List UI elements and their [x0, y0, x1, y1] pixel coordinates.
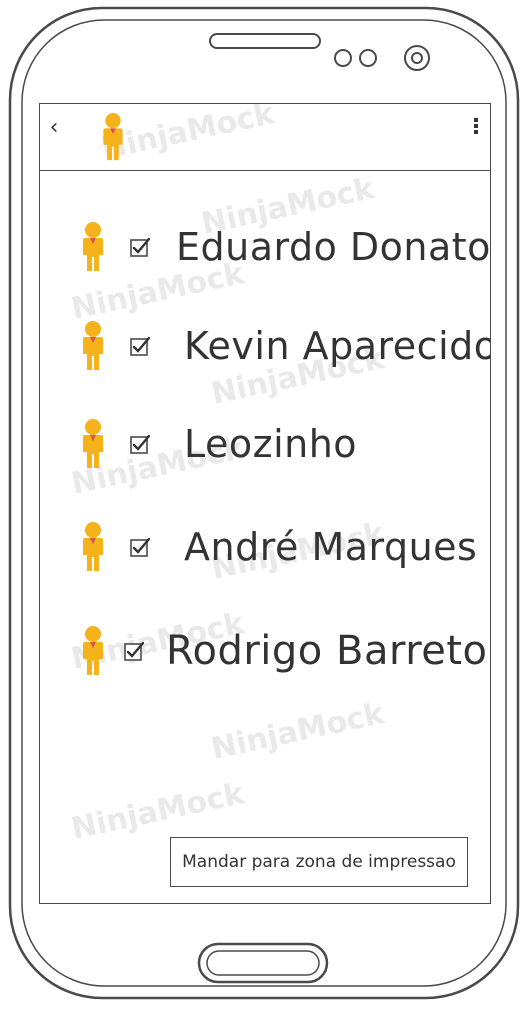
- contact-name: Eduardo Donato: [176, 225, 491, 269]
- contact-row[interactable]: Kevin Aparecido: [40, 316, 491, 376]
- app-bar: ‹: [40, 104, 490, 171]
- contact-name: Kevin Aparecido: [184, 324, 491, 368]
- contact-row[interactable]: André Marques: [40, 517, 490, 577]
- person-icon: [83, 419, 103, 468]
- checkbox-checked-icon[interactable]: [130, 434, 150, 454]
- contact-name: Leozinho: [184, 422, 358, 466]
- person-icon: [83, 222, 103, 271]
- person-icon: [83, 626, 103, 675]
- contact-row[interactable]: Eduardo Donato: [40, 217, 491, 277]
- checkbox-checked-icon[interactable]: [124, 641, 144, 661]
- app-screen: NinjaMock NinjaMock NinjaMock NinjaMock …: [39, 103, 491, 904]
- more-vertical-icon[interactable]: [470, 116, 482, 140]
- person-icon: [83, 522, 103, 571]
- checkbox-checked-icon[interactable]: [130, 237, 150, 257]
- contact-name: André Marques: [184, 525, 478, 569]
- person-icon: [83, 321, 103, 370]
- contact-row[interactable]: Rodrigo Barreto: [40, 621, 490, 681]
- person-icon[interactable]: [98, 112, 128, 162]
- checkbox-checked-icon[interactable]: [130, 336, 150, 356]
- chevron-left-icon[interactable]: ‹: [44, 114, 64, 142]
- checkbox-checked-icon[interactable]: [130, 537, 150, 557]
- contact-name: Rodrigo Barreto: [166, 628, 488, 674]
- watermark: NinjaMock: [208, 696, 388, 767]
- send-to-print-button[interactable]: Mandar para zona de impressao: [170, 837, 468, 887]
- contact-row[interactable]: Leozinho: [40, 414, 490, 474]
